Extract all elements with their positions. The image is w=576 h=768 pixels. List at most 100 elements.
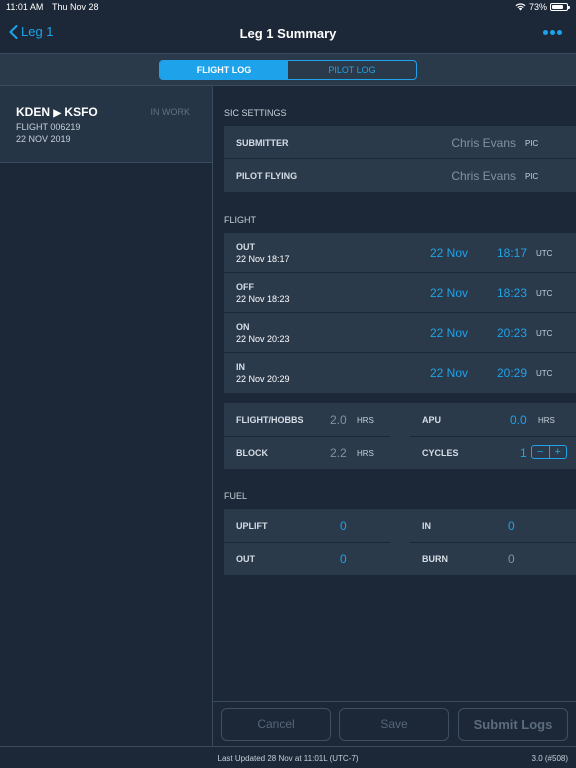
hobbs-label: FLIGHT/HOBBS [236, 415, 304, 425]
event-timezone: UTC [536, 329, 553, 338]
summary-panel: SIC SETTINGS SUBMITTER Chris Evans PIC P… [213, 86, 576, 701]
pilot-flying-label: PILOT FLYING [236, 171, 298, 181]
cycles-value[interactable]: 1 [520, 446, 527, 460]
leg-date: 22 NOV 2019 [16, 134, 71, 144]
apu-cell[interactable]: APU 0.0 HRS [410, 403, 576, 436]
event-time[interactable]: 18:17 [497, 246, 527, 260]
burn-label: BURN [422, 554, 448, 564]
page-title: Leg 1 Summary [239, 26, 337, 41]
flight-event-on[interactable]: ON 22 Nov 20:23 22 Nov 20:23 UTC [224, 313, 576, 353]
fuel-out-value[interactable]: 0 [340, 552, 347, 566]
event-subtext: 22 Nov 20:29 [236, 374, 290, 384]
status-right: 73% [515, 2, 570, 12]
submitter-label: SUBMITTER [236, 138, 289, 148]
event-subtext: 22 Nov 18:17 [236, 254, 290, 264]
event-time[interactable]: 20:23 [497, 326, 527, 340]
cycles-cell: CYCLES 1 − + [410, 436, 576, 469]
event-time[interactable]: 18:23 [497, 286, 527, 300]
event-date[interactable]: 22 Nov [430, 246, 468, 260]
pilot-flying-value: Chris Evans [451, 169, 516, 183]
fuel-in-value[interactable]: 0 [508, 519, 515, 533]
sic-settings-group: SUBMITTER Chris Evans PIC PILOT FLYING C… [224, 126, 576, 192]
ellipsis-icon[interactable] [543, 30, 562, 35]
leg-route: KDEN ▶ KSFO [16, 105, 98, 119]
submitter-role: PIC [525, 139, 539, 148]
cycles-stepper[interactable]: − + [531, 445, 567, 459]
fuel-group: UPLIFT 0 IN 0 OUT 0 BURN 0 [224, 509, 576, 575]
event-date[interactable]: 22 Nov [430, 326, 468, 340]
sic-settings-heading: SIC SETTINGS [224, 108, 287, 118]
segment-bar: FLIGHT LOG PILOT LOG [0, 53, 576, 86]
status-time: 11:01 AM [6, 2, 44, 12]
battery-icon [550, 3, 570, 11]
leg-list: KDEN ▶ KSFO FLIGHT 006219 22 NOV 2019 IN… [0, 86, 213, 746]
apu-label: APU [422, 415, 442, 425]
wifi-icon [515, 3, 526, 11]
submit-logs-button[interactable]: Submit Logs [458, 708, 568, 741]
uplift-value[interactable]: 0 [340, 519, 347, 533]
fuel-burn-cell: BURN 0 [410, 542, 576, 575]
event-label: ON [236, 322, 250, 332]
increment-button[interactable]: + [550, 446, 567, 458]
fuel-out-cell[interactable]: OUT 0 [224, 542, 400, 575]
burn-value: 0 [508, 552, 515, 566]
flight-totals-group: FLIGHT/HOBBS 2.0 HRS APU 0.0 HRS BLOCK 2… [224, 403, 576, 469]
fuel-in-cell[interactable]: IN 0 [410, 509, 576, 542]
flight-number: FLIGHT 006219 [16, 122, 81, 132]
event-label: OUT [236, 242, 255, 252]
block-unit: HRS [357, 449, 374, 458]
pilot-flying-row[interactable]: PILOT FLYING Chris Evans PIC [224, 159, 576, 192]
fuel-heading: FUEL [224, 491, 248, 501]
uplift-label: UPLIFT [236, 521, 268, 531]
block-label: BLOCK [236, 448, 268, 458]
event-label: IN [236, 362, 245, 372]
block-value: 2.2 [330, 446, 347, 460]
event-time[interactable]: 20:29 [497, 366, 527, 380]
event-label: OFF [236, 282, 254, 292]
submitter-row[interactable]: SUBMITTER Chris Evans PIC [224, 126, 576, 159]
block-cell[interactable]: BLOCK 2.2 HRS [224, 436, 400, 469]
route-arrow-icon: ▶ [53, 108, 62, 119]
tab-flight-log[interactable]: FLIGHT LOG [160, 61, 288, 79]
hobbs-value: 2.0 [330, 413, 347, 427]
fuel-out-label: OUT [236, 554, 255, 564]
fuel-in-label: IN [422, 521, 431, 531]
submitter-value: Chris Evans [451, 136, 516, 150]
nav-bar: Leg 1 Leg 1 Summary [0, 16, 576, 53]
app-version: 3.0 (#508) [531, 754, 568, 763]
battery-percent: 73% [528, 2, 547, 12]
origin: KDEN [16, 105, 51, 119]
event-date[interactable]: 22 Nov [430, 366, 468, 380]
status-date: Thu Nov 28 [52, 2, 99, 12]
event-timezone: UTC [536, 289, 553, 298]
decrement-button[interactable]: − [532, 446, 550, 458]
pilot-flying-role: PIC [525, 172, 539, 181]
cycles-label: CYCLES [422, 448, 459, 458]
destination: KSFO [64, 105, 98, 119]
apu-value[interactable]: 0.0 [510, 413, 527, 427]
tab-pilot-log[interactable]: PILOT LOG [288, 61, 416, 79]
leg-card[interactable]: KDEN ▶ KSFO FLIGHT 006219 22 NOV 2019 IN… [0, 86, 212, 163]
flight-event-in[interactable]: IN 22 Nov 20:29 22 Nov 20:29 UTC [224, 353, 576, 393]
fuel-uplift-cell[interactable]: UPLIFT 0 [224, 509, 400, 542]
save-button[interactable]: Save [339, 708, 449, 741]
last-updated: Last Updated 28 Nov at 11:01L (UTC-7) [217, 754, 359, 763]
event-timezone: UTC [536, 369, 553, 378]
hobbs-cell[interactable]: FLIGHT/HOBBS 2.0 HRS [224, 403, 400, 436]
hobbs-unit: HRS [357, 416, 374, 425]
apu-unit: HRS [538, 416, 555, 425]
status-badge: IN WORK [150, 107, 191, 117]
event-timezone: UTC [536, 249, 553, 258]
event-subtext: 22 Nov 20:23 [236, 334, 290, 344]
event-date[interactable]: 22 Nov [430, 286, 468, 300]
flight-heading: FLIGHT [224, 215, 257, 225]
log-segmented-control: FLIGHT LOG PILOT LOG [159, 60, 417, 80]
bottom-bar: Last Updated 28 Nov at 11:01L (UTC-7) 3.… [0, 746, 576, 768]
flight-times-group: OUT 22 Nov 18:17 22 Nov 18:17 UTC OFF 22… [224, 233, 576, 393]
flight-event-out[interactable]: OUT 22 Nov 18:17 22 Nov 18:17 UTC [224, 233, 576, 273]
cancel-button[interactable]: Cancel [221, 708, 331, 741]
status-bar: 11:01 AM Thu Nov 28 73% [0, 0, 576, 16]
flight-event-off[interactable]: OFF 22 Nov 18:23 22 Nov 18:23 UTC [224, 273, 576, 313]
action-bar: Cancel Save Submit Logs [213, 701, 576, 746]
event-subtext: 22 Nov 18:23 [236, 294, 290, 304]
